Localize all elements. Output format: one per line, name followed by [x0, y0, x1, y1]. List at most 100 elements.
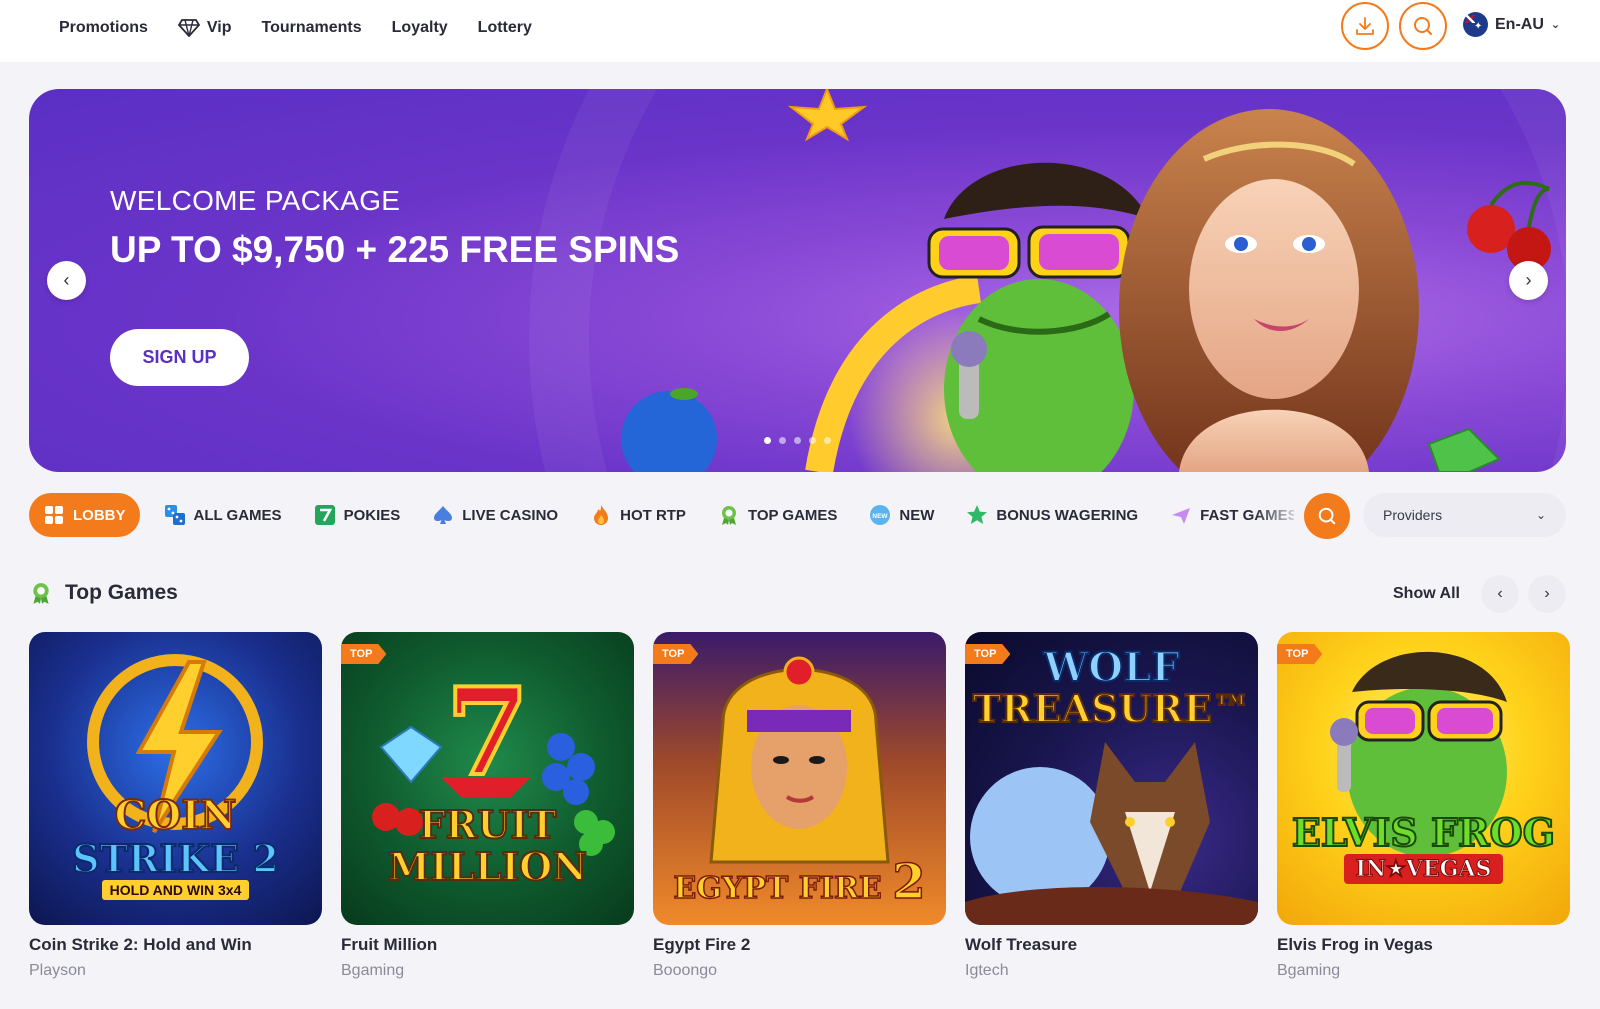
grid-icon	[45, 506, 63, 524]
game-art-text: TREASURE™	[972, 685, 1251, 732]
games-prev-button[interactable]: ‹	[1481, 575, 1519, 613]
nav-loyalty[interactable]: Loyalty	[392, 19, 448, 37]
game-card[interactable]: TOP ELVIS FROG IN★VEGAS Elvis Frog in Ve…	[1277, 632, 1570, 980]
nav-label: Promotions	[59, 19, 148, 36]
banner-subtitle: WELCOME PACKAGE	[110, 185, 401, 216]
australia-flag-icon	[1463, 12, 1488, 37]
nav-label: Tournaments	[261, 19, 362, 36]
nav-promotions[interactable]: Promotions	[59, 19, 148, 37]
banner-dot[interactable]	[824, 437, 831, 444]
category-hot-rtp[interactable]: HOT RTP	[574, 493, 702, 537]
game-provider: Bgaming	[1277, 962, 1341, 979]
game-provider: Playson	[29, 962, 86, 979]
banner-dot[interactable]	[764, 437, 771, 444]
game-art-text: WOLF	[1042, 643, 1180, 692]
seven-icon	[314, 505, 335, 525]
game-thumbnail[interactable]: COIN STRIKE 2 HOLD AND WIN 3x4	[29, 632, 322, 925]
search-icon	[1318, 507, 1336, 525]
game-title[interactable]: Fruit Million	[341, 935, 634, 955]
nav-label: Loyalty	[391, 19, 448, 36]
new-icon: NEW	[870, 505, 891, 525]
category-label: HOT RTP	[620, 506, 686, 524]
game-art-subtext: IN★VEGAS	[1277, 854, 1570, 884]
game-title[interactable]: Egypt Fire 2	[653, 935, 946, 955]
category-label: ALL GAMES	[193, 506, 282, 524]
category-label: NEW	[899, 506, 935, 524]
award-icon	[721, 506, 736, 525]
category-fade-overlay	[1254, 493, 1304, 537]
search-icon	[1414, 17, 1432, 35]
main-nav: Promotions Vip Tournaments Loyalty Lotte…	[59, 0, 532, 56]
banner-next-button[interactable]: ›	[1509, 261, 1548, 300]
nav-vip[interactable]: Vip	[177, 19, 232, 37]
chevron-down-icon: ⌄	[1535, 508, 1546, 522]
game-thumbnail[interactable]: TOP 7 FRUIT MILLION	[341, 632, 634, 925]
download-icon	[1356, 17, 1374, 35]
game-card[interactable]: TOP EGYPT FIRE 2 Egypt Fire 2 Booongo	[653, 632, 946, 980]
chevron-down-icon: ⌄	[1550, 19, 1561, 31]
game-thumbnail[interactable]: TOP WOLF TREASURE™	[965, 632, 1258, 925]
banner-dot[interactable]	[779, 437, 786, 444]
category-lobby[interactable]: LOBBY	[29, 493, 140, 537]
category-label: BONUS WAGERING	[996, 506, 1139, 524]
star-icon	[967, 505, 988, 524]
chevron-left-icon: ‹	[1497, 585, 1503, 602]
games-next-button[interactable]: ›	[1528, 575, 1566, 613]
category-pokies[interactable]: POKIES	[298, 493, 417, 537]
providers-dropdown[interactable]: Providers ⌄	[1363, 493, 1566, 537]
game-art-subtext: HOLD AND WIN 3x4	[29, 880, 322, 900]
svg-text:NEW: NEW	[873, 513, 889, 520]
language-label: En-AU	[1495, 15, 1544, 33]
banner-title: UP TO $9,750 + 225 FREE SPINS	[110, 229, 680, 270]
banner-prev-button[interactable]: ‹	[47, 261, 86, 300]
chevron-right-icon: ›	[1544, 585, 1550, 602]
show-all-link[interactable]: Show All	[1393, 585, 1460, 603]
game-art-text: 7	[444, 660, 532, 805]
game-art-text: COIN	[114, 791, 238, 840]
section-header: Top Games	[29, 581, 178, 605]
banner-dot[interactable]	[794, 437, 801, 444]
providers-label: Providers	[1383, 507, 1443, 523]
game-art-text: FRUIT	[418, 801, 558, 848]
category-bonus-wagering[interactable]: BONUS WAGERING	[950, 493, 1154, 537]
game-thumbnail[interactable]: TOP EGYPT FIRE 2	[653, 632, 946, 925]
spade-icon	[434, 506, 453, 524]
game-provider: Booongo	[653, 962, 718, 979]
game-thumbnail[interactable]: TOP ELVIS FROG IN★VEGAS	[1277, 632, 1570, 925]
category-bar: LOBBY ALL GAMES POKIES LIVE CASINO HOT R…	[29, 493, 1294, 537]
banner-pagination	[764, 437, 831, 444]
download-button[interactable]	[1341, 2, 1389, 50]
game-title[interactable]: Wolf Treasure	[965, 935, 1258, 955]
plane-icon	[1172, 508, 1191, 524]
banner-artwork	[621, 89, 1551, 472]
nav-lottery[interactable]: Lottery	[478, 19, 532, 37]
game-art-logo: EGYPT FIRE 2	[653, 853, 946, 911]
game-search-button[interactable]	[1304, 493, 1350, 539]
game-provider: Bgaming	[341, 962, 405, 979]
category-all-games[interactable]: ALL GAMES	[148, 493, 298, 537]
top-header: Promotions Vip Tournaments Loyalty Lotte…	[0, 0, 1600, 62]
game-card[interactable]: TOP 7 FRUIT MILLION Fruit Million Bgamin…	[341, 632, 634, 980]
dice-icon	[164, 505, 185, 525]
category-top-games[interactable]: TOP GAMES	[702, 493, 853, 537]
game-art-text: ELVIS FROG	[1291, 809, 1556, 856]
nav-tournaments[interactable]: Tournaments	[262, 19, 362, 37]
signup-button[interactable]: SIGN UP	[110, 329, 249, 386]
language-selector[interactable]: En-AU ⌄	[1463, 12, 1560, 37]
category-label: POKIES	[343, 506, 401, 524]
chevron-right-icon: ›	[1525, 270, 1532, 290]
category-live-casino[interactable]: LIVE CASINO	[416, 493, 574, 537]
chevron-left-icon: ‹	[63, 270, 70, 290]
header-search-button[interactable]	[1399, 2, 1447, 50]
game-title[interactable]: Elvis Frog in Vegas	[1277, 935, 1570, 955]
nav-label: Vip	[206, 19, 232, 36]
game-title[interactable]: Coin Strike 2: Hold and Win	[29, 935, 322, 955]
game-card[interactable]: COIN STRIKE 2 HOLD AND WIN 3x4 Coin Stri…	[29, 632, 322, 980]
game-art-text: STRIKE 2	[71, 835, 280, 882]
category-new[interactable]: NEW NEW	[853, 493, 950, 537]
game-card[interactable]: TOP WOLF TREASURE™ Wolf Treasure Igtech	[965, 632, 1258, 980]
award-icon	[33, 583, 49, 604]
game-art-tag: HOLD AND WIN 3x4	[101, 880, 250, 900]
banner-dot[interactable]	[809, 437, 816, 444]
section-title: Top Games	[65, 581, 178, 604]
